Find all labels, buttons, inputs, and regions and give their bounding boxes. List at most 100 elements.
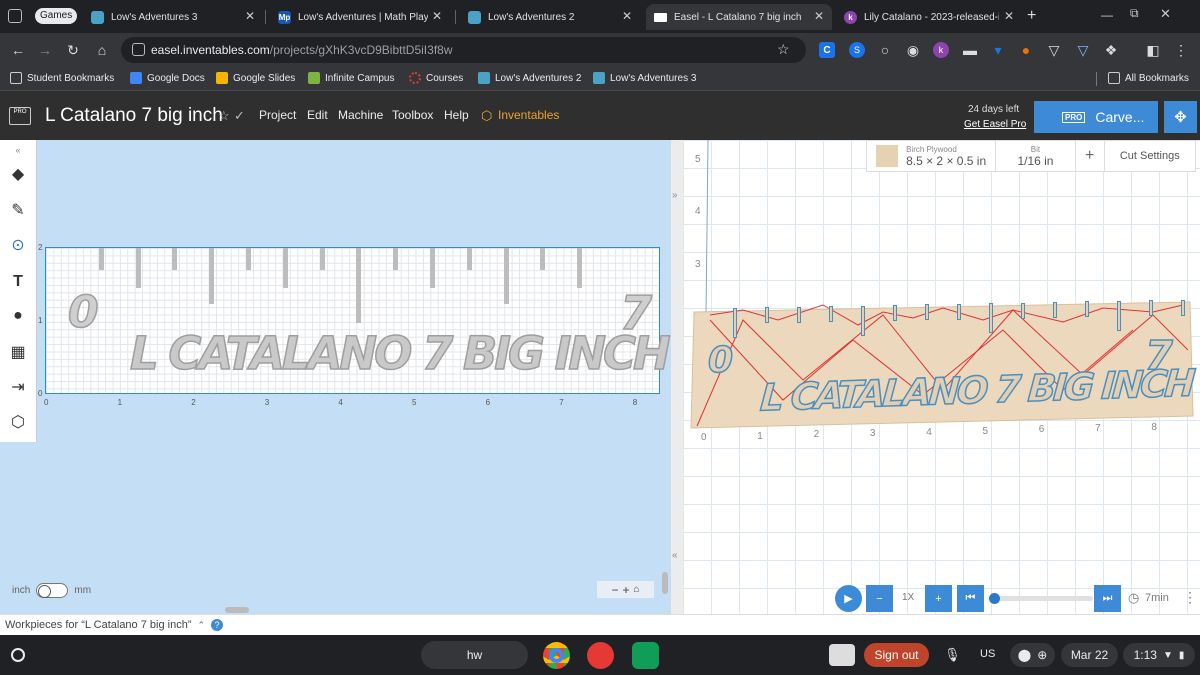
bookmark-lows-adventures-3[interactable]: Low's Adventures 3: [593, 72, 696, 84]
menu-toolbox[interactable]: Toolbox: [392, 108, 433, 122]
add-bit-button[interactable]: +: [1076, 141, 1105, 171]
easel-pro-logo[interactable]: PRO: [9, 107, 31, 125]
bookmark-google-docs[interactable]: Google Docs: [130, 72, 205, 84]
bookmark-courses[interactable]: Courses: [409, 72, 463, 84]
tab-kami[interactable]: k Lily Catalano - 2023-released-it ✕: [836, 4, 1022, 30]
extensions-puzzle-icon[interactable]: ❖: [1103, 42, 1119, 58]
microphone-icon[interactable]: 🎙: [944, 647, 961, 663]
slower-icon[interactable]: −: [866, 585, 893, 612]
date-pill[interactable]: Mar 22: [1061, 643, 1118, 667]
project-title[interactable]: L Catalano 7 big inch: [45, 105, 223, 127]
close-tab-icon[interactable]: ✕: [245, 9, 255, 23]
bookmark-star-icon[interactable]: ☆: [777, 41, 790, 58]
tab-group-games[interactable]: Games: [35, 8, 78, 24]
zoom-in-icon[interactable]: +: [622, 583, 629, 597]
cut-settings-button[interactable]: Cut Settings: [1105, 141, 1195, 171]
new-tab-button[interactable]: +: [1027, 7, 1036, 25]
3d-box-icon[interactable]: ⬡: [8, 412, 28, 432]
extension-shield-icon[interactable]: ▽: [1046, 42, 1062, 58]
skip-end-icon[interactable]: ⏭: [1094, 585, 1121, 612]
extension-swirl-icon[interactable]: S: [849, 42, 865, 58]
maximize-icon[interactable]: ⧉: [1130, 6, 1139, 21]
design-digit-zero[interactable]: 0: [67, 286, 99, 339]
shelf-search-field[interactable]: hw: [421, 641, 528, 669]
unit-toggle[interactable]: inch mm: [12, 583, 91, 598]
forward-icon[interactable]: →: [37, 42, 53, 58]
shapes-icon[interactable]: ◆: [8, 164, 28, 184]
bookmark-infinite-campus[interactable]: Infinite Campus: [308, 72, 394, 84]
playback-progress-knob[interactable]: [989, 593, 1000, 604]
site-info-icon[interactable]: [132, 43, 145, 56]
apps-apple-icon[interactable]: ●: [8, 306, 28, 326]
bit-selector[interactable]: Bit 1/16 in: [996, 141, 1076, 171]
extension-bucket-icon[interactable]: ▾: [990, 42, 1006, 58]
bookmark-google-slides[interactable]: Google Slides: [216, 72, 295, 84]
faster-icon[interactable]: +: [925, 585, 952, 612]
all-bookmarks[interactable]: All Bookmarks: [1108, 72, 1189, 84]
back-icon[interactable]: ←: [10, 42, 26, 58]
material-selector[interactable]: Birch Plywood 8.5 × 2 × 0.5 in: [867, 141, 997, 171]
side-panel-icon[interactable]: ◧: [1145, 42, 1161, 58]
play-icon[interactable]: ▶: [835, 585, 862, 612]
extension-shield-2-icon[interactable]: ▽: [1075, 42, 1091, 58]
expand-right-icon[interactable]: »: [672, 190, 678, 201]
extension-record-icon[interactable]: ◉: [905, 42, 921, 58]
3d-preview[interactable]: 0 7 L CATALANO 7 BIG INCH 5 4 3 01234567…: [683, 140, 1200, 622]
home-icon[interactable]: ⌂: [94, 42, 110, 58]
star-icon[interactable]: ☆: [218, 108, 230, 124]
tab-lows-adventures-2[interactable]: Low's Adventures 2 ✕: [460, 4, 640, 30]
vertical-scrollbar[interactable]: [662, 572, 668, 594]
system-status-pill[interactable]: ⬤ ⊕: [1010, 643, 1055, 667]
sign-out-button[interactable]: Sign out: [864, 643, 929, 667]
close-tab-icon[interactable]: ✕: [814, 9, 824, 23]
zoom-out-icon[interactable]: −: [611, 583, 618, 597]
menu-machine[interactable]: Machine: [338, 108, 383, 122]
tab-lows-adventures-3[interactable]: Low's Adventures 3 ✕: [83, 4, 263, 30]
address-bar[interactable]: easel.inventables.com/projects/gXhK3vcD9…: [121, 37, 806, 63]
move-machine-icon[interactable]: ✥: [1164, 101, 1197, 133]
menu-help[interactable]: Help: [444, 108, 469, 122]
tab-math-playground[interactable]: Mp Low's Adventures | Math Playg ✕: [270, 4, 450, 30]
minimize-icon[interactable]: —: [1101, 8, 1113, 22]
more-menu-icon[interactable]: ⋮: [1173, 42, 1189, 58]
bookmark-student-bookmarks[interactable]: Student Bookmarks: [10, 72, 114, 84]
launcher-icon[interactable]: [11, 648, 25, 662]
menu-edit[interactable]: Edit: [307, 108, 328, 122]
unit-switch[interactable]: [36, 583, 69, 598]
carve-button[interactable]: PRO Carve...: [1034, 101, 1158, 133]
close-window-icon[interactable]: ✕: [1160, 6, 1171, 22]
workpieces-bar[interactable]: Workpieces for “L Catalano 7 big inch” ⌃…: [0, 614, 1200, 635]
chrome-icon[interactable]: [543, 642, 570, 669]
inventables-link[interactable]: Inventables: [498, 108, 559, 122]
extension-bulb-icon[interactable]: ○: [877, 42, 893, 58]
tab-search-icon[interactable]: [8, 9, 22, 23]
more-options-icon[interactable]: ⋮: [1183, 589, 1197, 606]
playback-progress-track[interactable]: [995, 596, 1093, 601]
text-icon[interactable]: T: [8, 272, 28, 292]
extension-screen-icon[interactable]: ▬: [962, 42, 978, 58]
close-tab-icon[interactable]: ✕: [1004, 9, 1014, 23]
collapse-up-icon[interactable]: «: [8, 140, 28, 160]
target-icon[interactable]: ⊙: [8, 235, 28, 255]
design-text-object[interactable]: L CATALANO 7 BIG INCH: [129, 326, 671, 381]
extension-mic-icon[interactable]: ●: [1018, 42, 1034, 58]
horizontal-scrollbar[interactable]: [225, 607, 249, 613]
import-box-icon[interactable]: ▦: [8, 342, 28, 362]
pen-icon[interactable]: ✎: [8, 200, 28, 220]
get-easel-pro-link[interactable]: Get Easel Pro: [964, 119, 1026, 130]
canvas-paint-icon[interactable]: [587, 642, 614, 669]
menu-project[interactable]: Project: [259, 108, 296, 122]
status-tray[interactable]: 1:13 ▼ ▮: [1123, 643, 1195, 667]
reload-icon[interactable]: ↻: [65, 42, 81, 58]
ime-indicator[interactable]: US: [980, 648, 995, 660]
bookmark-lows-adventures-2[interactable]: Low's Adventures 2: [478, 72, 581, 84]
holding-space-thumbnail[interactable]: [829, 644, 855, 666]
close-tab-icon[interactable]: ✕: [432, 9, 442, 23]
collapse-left-icon[interactable]: «: [672, 550, 678, 561]
help-icon[interactable]: ?: [211, 619, 224, 631]
close-tab-icon[interactable]: ✕: [622, 9, 632, 23]
kami-extension-icon[interactable]: k: [933, 42, 949, 58]
rewind-icon[interactable]: ⏮: [957, 585, 984, 612]
import-icon[interactable]: ⇥: [8, 377, 28, 397]
chevron-up-icon[interactable]: ⌃: [197, 620, 205, 631]
